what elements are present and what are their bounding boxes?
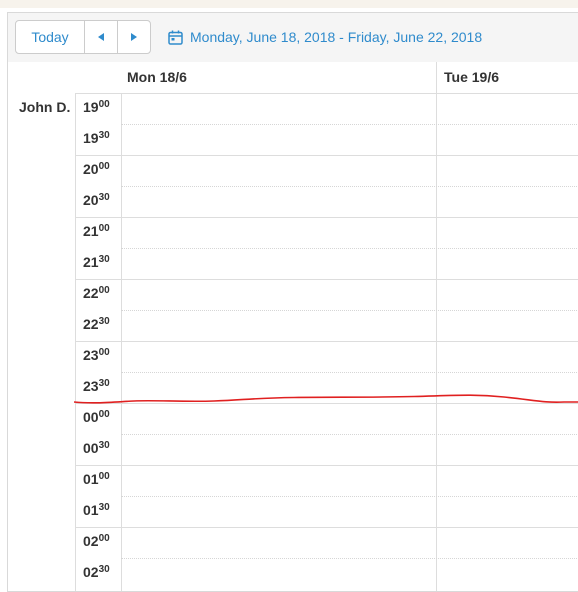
- hour-grid-line: [121, 217, 578, 218]
- half-hour-grid-line: [121, 186, 578, 187]
- time-slot-minute: 00: [98, 161, 110, 172]
- time-slot-minute: 30: [98, 254, 110, 265]
- day-header-tue[interactable]: Tue 19/6: [444, 62, 499, 93]
- time-slot-minute: 30: [98, 192, 110, 203]
- time-axis-grid-line: [75, 341, 121, 342]
- time-slot-minute: 30: [98, 564, 110, 575]
- hour-grid-line: [121, 155, 578, 156]
- scheduler-panel: Today Monday, June 18, 2018 - Friday, Ju…: [7, 12, 578, 592]
- time-slot-hour: 19: [83, 99, 99, 115]
- resource-name: John D.: [19, 99, 71, 115]
- time-slot-label: 0100: [83, 471, 110, 487]
- time-slot-minute: 00: [98, 533, 110, 544]
- scheduler-toolbar: Today Monday, June 18, 2018 - Friday, Ju…: [8, 13, 578, 63]
- time-slot-label: 1930: [83, 130, 110, 146]
- resource-column: John D.: [8, 93, 76, 591]
- time-slot-minute: 30: [98, 502, 110, 513]
- time-slot-hour: 21: [83, 223, 99, 239]
- day-divider: [436, 62, 437, 93]
- time-slot-hour: 01: [83, 502, 99, 518]
- time-slot-minute: 30: [98, 440, 110, 451]
- time-axis-grid-line: [75, 217, 121, 218]
- time-slot-label: 2100: [83, 223, 110, 239]
- time-slot-hour: 01: [83, 471, 99, 487]
- time-slot-label: 2300: [83, 347, 110, 363]
- time-slot-label: 2230: [83, 316, 110, 332]
- time-slot-label: 2200: [83, 285, 110, 301]
- half-hour-grid-line: [121, 372, 578, 373]
- time-slot-hour: 00: [83, 440, 99, 456]
- time-slot-label: 2030: [83, 192, 110, 208]
- top-strip: [0, 0, 578, 8]
- half-hour-grid-line: [121, 558, 578, 559]
- date-range-label: Monday, June 18, 2018 - Friday, June 22,…: [190, 29, 483, 45]
- time-slot-hour: 19: [83, 130, 99, 146]
- time-slot-label: 0200: [83, 533, 110, 549]
- time-slot-minute: 00: [98, 347, 110, 358]
- caret-left-icon: [98, 33, 104, 41]
- time-slot-label: 0030: [83, 440, 110, 456]
- time-slot-minute: 00: [98, 223, 110, 234]
- time-slot-minute: 00: [98, 285, 110, 296]
- time-slot-label: 0230: [83, 564, 110, 580]
- time-slot-hour: 00: [83, 409, 99, 425]
- today-button[interactable]: Today: [16, 21, 84, 53]
- time-slot-hour: 20: [83, 192, 99, 208]
- day-column-divider: [436, 93, 437, 591]
- schedule-grid[interactable]: [121, 93, 578, 591]
- time-axis: 1900 1930 2000 2030 2100 2130 2200 2230 2300 2330…: [75, 93, 122, 591]
- half-hour-grid-line: [121, 434, 578, 435]
- time-slot-label: 2130: [83, 254, 110, 270]
- time-slot-label: 1900: [83, 99, 110, 115]
- next-button[interactable]: [117, 21, 150, 53]
- time-slot-label: 2000: [83, 161, 110, 177]
- time-slot-hour: 02: [83, 564, 99, 580]
- hour-grid-line: [121, 527, 578, 528]
- time-slot-minute: 30: [98, 316, 110, 327]
- caret-right-icon: [131, 33, 137, 41]
- previous-button[interactable]: [84, 21, 117, 53]
- time-slot-hour: 23: [83, 347, 99, 363]
- half-hour-grid-line: [121, 310, 578, 311]
- time-slot-minute: 30: [98, 130, 110, 141]
- time-slot-label: 0130: [83, 502, 110, 518]
- current-time-indicator: [74, 394, 578, 404]
- time-slot-hour: 02: [83, 533, 99, 549]
- time-axis-grid-line: [75, 155, 121, 156]
- time-axis-grid-line: [75, 279, 121, 280]
- half-hour-grid-line: [121, 496, 578, 497]
- day-header-mon[interactable]: Mon 18/6: [127, 62, 187, 93]
- hour-grid-line: [121, 279, 578, 280]
- half-hour-grid-line: [121, 248, 578, 249]
- time-slot-hour: 22: [83, 316, 99, 332]
- half-hour-grid-line: [121, 124, 578, 125]
- time-slot-minute: 00: [98, 409, 110, 420]
- time-slot-label: 0000: [83, 409, 110, 425]
- navigation-button-group: Today: [15, 20, 151, 54]
- calendar-icon: [168, 30, 183, 45]
- time-slot-hour: 21: [83, 254, 99, 270]
- time-slot-hour: 20: [83, 161, 99, 177]
- time-slot-minute: 00: [98, 99, 110, 110]
- time-slot-minute: 00: [98, 471, 110, 482]
- time-axis-grid-line: [75, 465, 121, 466]
- hour-grid-line: [121, 465, 578, 466]
- date-range-picker[interactable]: Monday, June 18, 2018 - Friday, June 22,…: [168, 27, 482, 47]
- hour-grid-line: [121, 341, 578, 342]
- time-slot-minute: 30: [98, 378, 110, 389]
- day-header-row: Mon 18/6 Tue 19/6: [8, 62, 578, 94]
- time-slot-hour: 22: [83, 285, 99, 301]
- time-axis-grid-line: [75, 527, 121, 528]
